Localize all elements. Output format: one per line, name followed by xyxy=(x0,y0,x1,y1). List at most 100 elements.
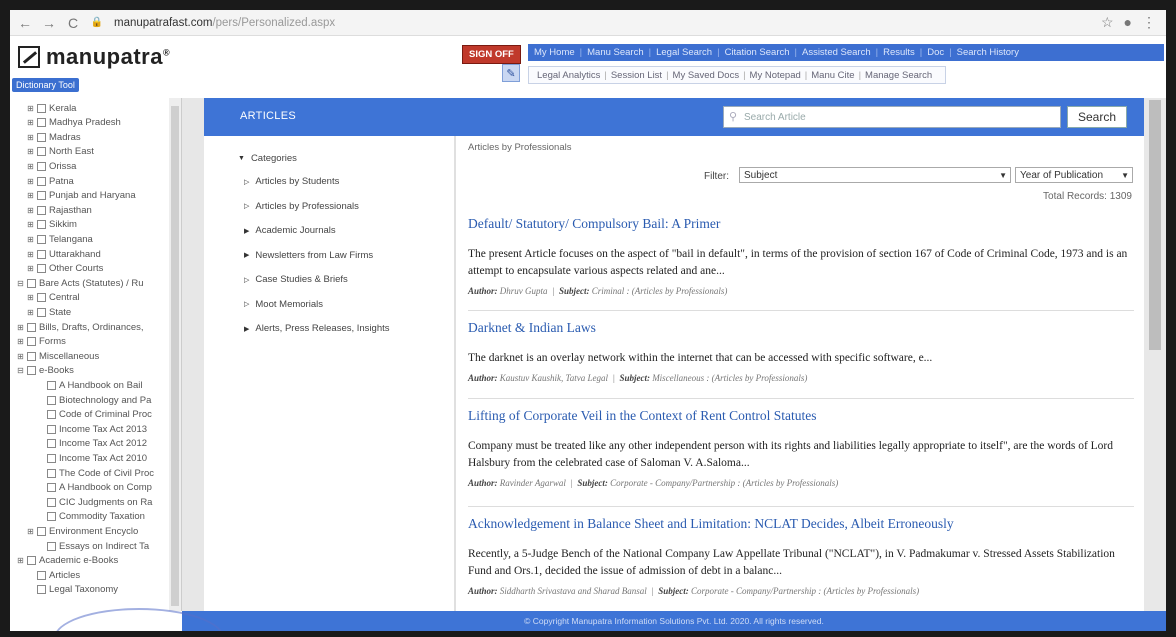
tree-item[interactable]: The Code of Civil Proc xyxy=(36,465,154,481)
sub-nav-link[interactable]: Legal Analytics xyxy=(537,70,600,81)
tree-item[interactable]: ⊞ Punjab and Haryana xyxy=(26,188,135,204)
category-item[interactable]: ▷ Case Studies & Briefs xyxy=(244,274,348,285)
tree-checkbox[interactable] xyxy=(27,337,36,347)
sub-nav-link[interactable]: Manage Search xyxy=(865,70,932,81)
expand-icon[interactable]: ⊞ xyxy=(16,337,25,346)
tree-item[interactable]: ⊞ Other Courts xyxy=(26,261,103,277)
tree-checkbox[interactable] xyxy=(37,118,46,128)
category-item[interactable]: ▶ Newsletters from Law Firms xyxy=(244,250,373,261)
tree-checkbox[interactable] xyxy=(37,249,46,259)
tree-checkbox[interactable] xyxy=(37,307,46,317)
tree-item[interactable]: Income Tax Act 2012 xyxy=(36,436,147,452)
tree-checkbox[interactable] xyxy=(37,526,46,536)
top-nav-link[interactable]: Search History xyxy=(957,47,1019,58)
tree-item[interactable]: CIC Judgments on Ra xyxy=(36,494,152,510)
expand-icon[interactable]: ⊞ xyxy=(26,235,35,244)
sign-off-button[interactable]: SIGN OFF xyxy=(462,45,521,64)
expand-icon[interactable]: ⊞ xyxy=(26,264,35,273)
search-article-input[interactable]: ⚲ Search Article xyxy=(723,106,1061,128)
bookmark-star-icon[interactable]: ☆ xyxy=(1101,14,1114,31)
tree-checkbox[interactable] xyxy=(47,497,56,507)
tree-item[interactable]: ⊞ Forms xyxy=(16,334,66,350)
tree-checkbox[interactable] xyxy=(27,351,36,361)
tree-checkbox[interactable] xyxy=(37,147,46,157)
reload-icon[interactable]: C xyxy=(64,14,82,32)
tree-item[interactable]: Income Tax Act 2013 xyxy=(36,421,147,437)
tree-item[interactable]: ⊞ Patna xyxy=(26,173,74,189)
profile-icon[interactable]: ● xyxy=(1124,14,1132,31)
top-nav-link[interactable]: My Home xyxy=(534,47,575,58)
year-select[interactable]: Year of Publication ▼ xyxy=(1015,167,1133,183)
categories-root[interactable]: ▼ Categories xyxy=(238,153,297,164)
tree-checkbox[interactable] xyxy=(37,264,46,274)
filter-select[interactable]: Subject ▼ xyxy=(739,167,1011,183)
tree-item[interactable]: Essays on Indirect Ta xyxy=(36,538,149,554)
tree-item[interactable]: ⊞ Rajasthan xyxy=(26,202,92,218)
expand-icon[interactable]: ⊞ xyxy=(26,177,35,186)
tree-item[interactable]: ⊞ Central xyxy=(26,290,79,306)
tree-scrollbar-thumb[interactable] xyxy=(171,106,179,606)
expand-icon[interactable]: ⊞ xyxy=(26,250,35,259)
category-item[interactable]: ▷ Articles by Students xyxy=(244,176,339,187)
tree-checkbox[interactable] xyxy=(37,293,46,303)
category-item[interactable]: ▷ Moot Memorials xyxy=(244,299,323,310)
search-button[interactable]: Search xyxy=(1067,106,1127,128)
page-scrollbar[interactable] xyxy=(1144,98,1166,611)
sub-nav-link[interactable]: My Saved Docs xyxy=(673,70,740,81)
sub-nav-link[interactable]: Session List xyxy=(611,70,662,81)
top-nav-link[interactable]: Doc xyxy=(927,47,944,58)
tree-checkbox[interactable] xyxy=(47,541,56,551)
tree-checkbox[interactable] xyxy=(47,453,56,463)
top-nav-link[interactable]: Citation Search xyxy=(725,47,790,58)
tree-checkbox[interactable] xyxy=(47,380,56,390)
tree-item[interactable]: ⊞ Telangana xyxy=(26,231,93,247)
tree-item[interactable]: ⊞ Miscellaneous xyxy=(16,348,99,364)
forward-icon[interactable]: → xyxy=(40,14,58,32)
back-icon[interactable]: ← xyxy=(16,14,34,32)
collapse-icon[interactable]: ⊟ xyxy=(16,279,25,288)
expand-icon[interactable]: ⊞ xyxy=(26,162,35,171)
tree-item[interactable]: ⊞ Madras xyxy=(26,129,81,145)
tree-item[interactable]: ⊞ North East xyxy=(26,144,94,160)
tree-checkbox[interactable] xyxy=(37,132,46,142)
tree-checkbox[interactable] xyxy=(47,424,56,434)
expand-icon[interactable]: ⊞ xyxy=(26,293,35,302)
tree-checkbox[interactable] xyxy=(27,322,36,332)
tree-scrollbar[interactable] xyxy=(169,98,181,611)
tree-checkbox[interactable] xyxy=(47,439,56,449)
tree-checkbox[interactable] xyxy=(27,556,36,566)
tree-item[interactable]: A Handbook on Bail xyxy=(36,377,142,393)
address-bar[interactable]: manupatrafast.com/pers/Personalized.aspx xyxy=(114,17,335,29)
tree-item[interactable]: Biotechnology and Pa xyxy=(36,392,151,408)
expand-icon[interactable]: ⊞ xyxy=(26,206,35,215)
tree-checkbox[interactable] xyxy=(27,278,36,288)
tree-item[interactable]: ⊞ Sikkim xyxy=(26,217,77,233)
tree-item[interactable]: ⊞ Uttarakhand xyxy=(26,246,101,262)
collapse-icon[interactable]: ⊟ xyxy=(16,366,25,375)
article-title-link[interactable]: Default/ Statutory/ Compulsory Bail: A P… xyxy=(468,216,1134,232)
tree-checkbox[interactable] xyxy=(37,205,46,215)
logo[interactable]: manupatra® xyxy=(18,44,170,70)
tree-checkbox[interactable] xyxy=(47,512,56,522)
top-nav-link[interactable]: Assisted Search xyxy=(802,47,871,58)
tree-checkbox[interactable] xyxy=(37,585,46,595)
category-item[interactable]: ▷ Articles by Professionals xyxy=(244,201,359,212)
top-nav-link[interactable]: Legal Search xyxy=(656,47,712,58)
tree-item[interactable]: Income Tax Act 2010 xyxy=(36,450,147,466)
page-scrollbar-thumb[interactable] xyxy=(1149,100,1161,350)
expand-icon[interactable]: ⊞ xyxy=(26,527,35,536)
category-item[interactable]: ▶ Alerts, Press Releases, Insights xyxy=(244,323,390,334)
tree-checkbox[interactable] xyxy=(27,366,36,376)
sub-nav-link[interactable]: My Notepad xyxy=(750,70,801,81)
tree-item[interactable]: ⊞ Orissa xyxy=(26,158,76,174)
tree-checkbox[interactable] xyxy=(37,220,46,230)
tree-item[interactable]: ⊟ e-Books xyxy=(16,363,74,379)
tree-item[interactable]: ⊞ State xyxy=(26,304,71,320)
category-item[interactable]: ▶ Academic Journals xyxy=(244,225,336,236)
tree-checkbox[interactable] xyxy=(37,103,46,113)
article-title-link[interactable]: Lifting of Corporate Veil in the Context… xyxy=(468,408,1134,424)
personalize-icon[interactable]: ✎ xyxy=(502,64,520,82)
tree-item[interactable]: ⊞ Environment Encyclo xyxy=(26,523,138,539)
tree-item[interactable]: ⊞ Kerala xyxy=(26,100,76,116)
tree-checkbox[interactable] xyxy=(47,483,56,493)
